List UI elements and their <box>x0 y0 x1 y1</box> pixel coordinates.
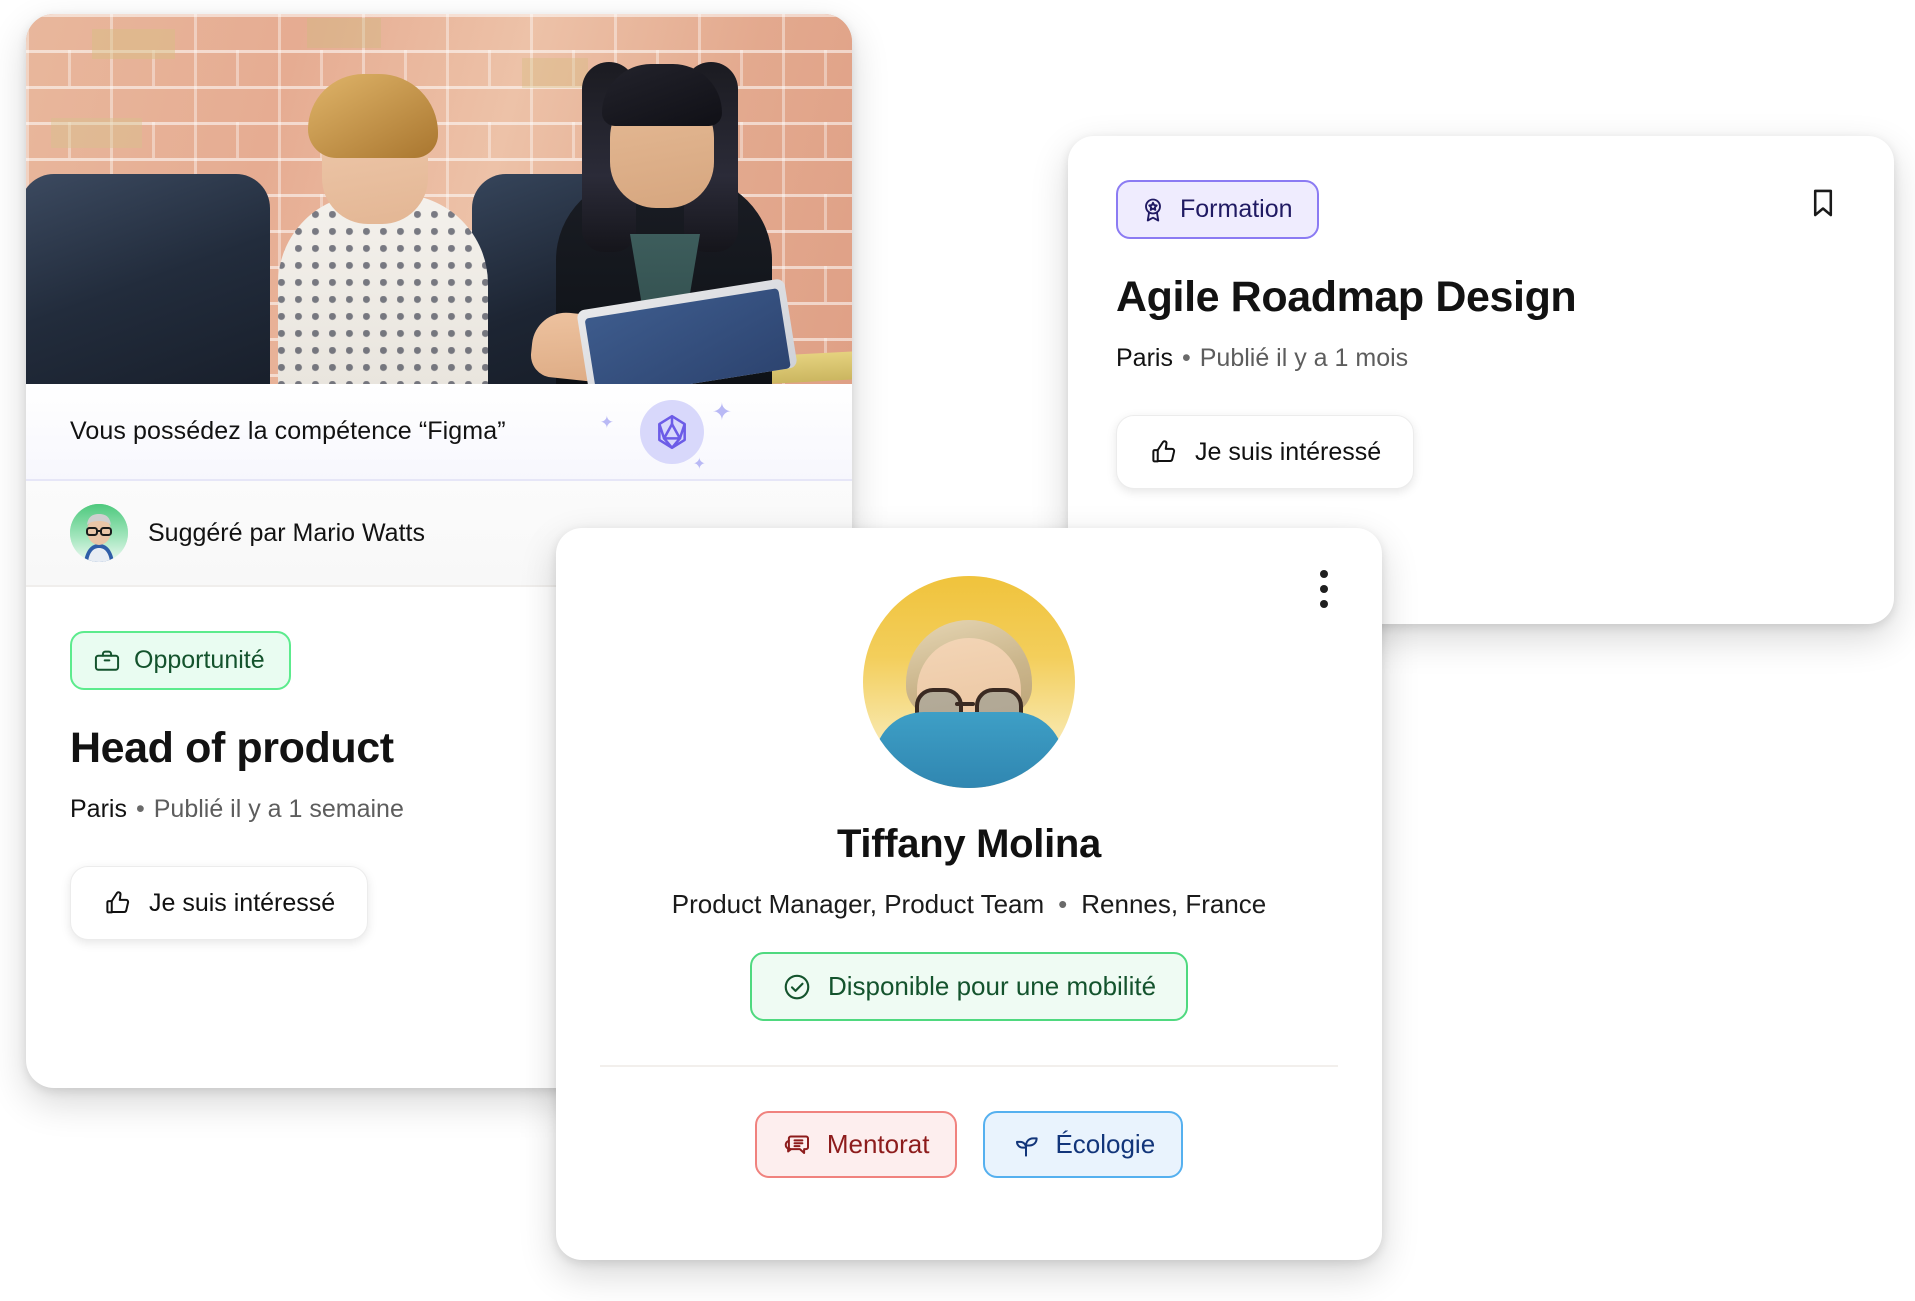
status-badge[interactable]: Disponible pour une mobilité <box>749 952 1189 1021</box>
avatar <box>863 576 1075 788</box>
profile-tags: Mentorat Écologie <box>600 1067 1338 1178</box>
interested-button-label: Je suis intéressé <box>1195 437 1382 466</box>
bookmark-icon <box>1806 186 1840 220</box>
avatar <box>70 504 128 562</box>
meta-separator: • <box>1058 889 1068 919</box>
person-blonde-hair <box>278 74 488 384</box>
sparkle-icon: ✦ <box>711 399 732 426</box>
sparkle-icon: ✦ <box>692 456 706 473</box>
opportunity-badge[interactable]: Opportunité <box>70 631 291 690</box>
formation-badge[interactable]: Formation <box>1116 180 1319 239</box>
formation-title: Agile Roadmap Design <box>1116 273 1577 321</box>
profile-card[interactable]: Tiffany Molina Product Manager, Product … <box>556 528 1382 1260</box>
thumbs-up-icon <box>1149 437 1179 467</box>
kebab-menu-icon[interactable] <box>1312 562 1336 616</box>
chat-bubbles-icon <box>783 1130 813 1160</box>
profile-job-title: Product Manager, Product Team <box>671 889 1045 919</box>
meta-separator: • <box>135 795 145 823</box>
profile-name: Tiffany Molina <box>837 822 1101 866</box>
job-published: Publié il y a 1 semaine <box>153 795 404 823</box>
bookmark-button[interactable] <box>1800 180 1846 226</box>
check-circle-icon <box>782 972 812 1002</box>
cards-stage: Vous possédez la compétence “Figma” ✦ ✦ … <box>0 0 1915 1301</box>
formation-badge-label: Formation <box>1180 195 1293 223</box>
plant-leaf-icon <box>1011 1130 1041 1160</box>
meta-separator: • <box>1181 344 1191 372</box>
skill-text: Vous possédez la compétence “Figma” <box>70 417 506 445</box>
gem-icon <box>640 399 704 464</box>
suggested-by-text: Suggéré par Mario Watts <box>148 518 425 547</box>
briefcase-icon <box>93 647 121 675</box>
award-medal-icon <box>1139 196 1167 224</box>
tag-label: Écologie <box>1055 1129 1156 1159</box>
profile-role: Product Manager, Product Team • Rennes, Fr… <box>600 889 1338 920</box>
tag-ecologie[interactable]: Écologie <box>983 1111 1184 1178</box>
tag-label: Mentorat <box>826 1129 930 1159</box>
tag-mentorat[interactable]: Mentorat <box>754 1111 958 1178</box>
formation-published: Publié il y a 1 mois <box>1199 344 1409 372</box>
hero-image <box>26 14 852 384</box>
status-badge-label: Disponible pour une mobilité <box>827 971 1157 1001</box>
formation-meta: Paris • Publié il y a 1 mois <box>1116 344 1846 373</box>
opportunity-badge-label: Opportunité <box>134 646 265 674</box>
job-location: Paris <box>70 795 127 823</box>
interested-button-label: Je suis intéressé <box>149 888 336 917</box>
profile-location: Rennes, France <box>1081 889 1267 919</box>
formation-location: Paris <box>1116 344 1173 372</box>
thumbs-up-icon <box>103 888 133 918</box>
interested-button[interactable]: Je suis intéressé <box>70 866 369 940</box>
sparkle-icon: ✦ <box>599 413 614 432</box>
skill-banner: Vous possédez la compétence “Figma” ✦ ✦ … <box>26 384 852 481</box>
office-chair-left <box>26 174 270 384</box>
interested-button[interactable]: Je suis intéressé <box>1116 415 1415 489</box>
